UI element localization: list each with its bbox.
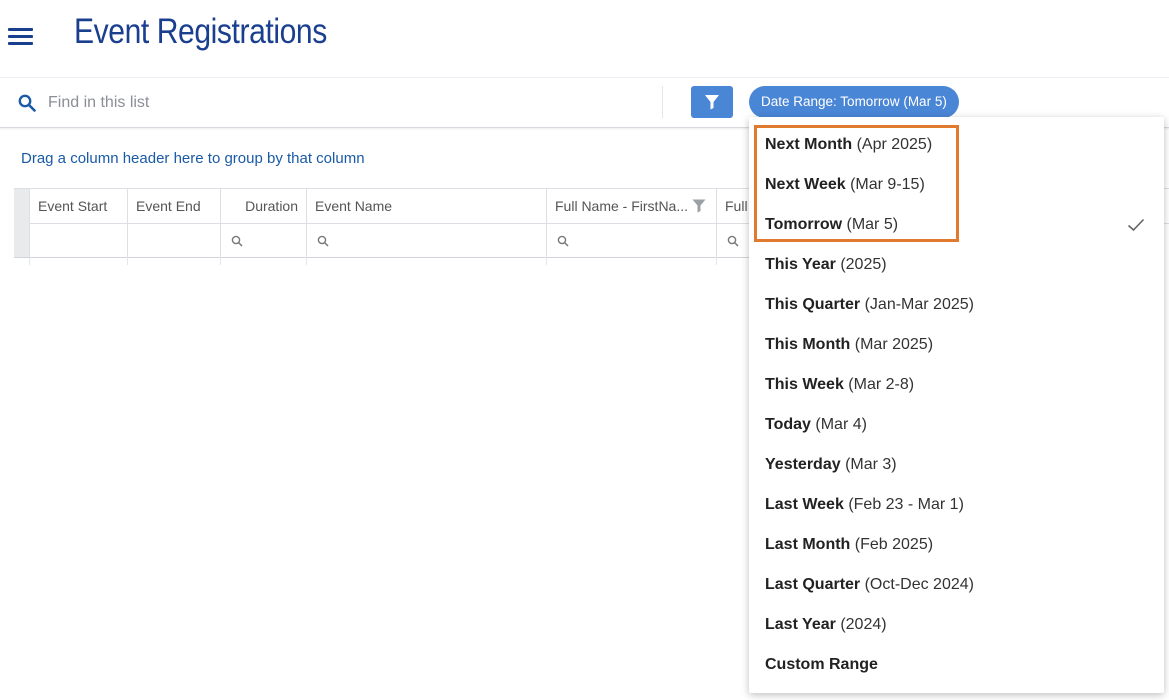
option-label: Last Month: [765, 536, 851, 553]
date-range-option[interactable]: Last Week (Feb 23 - Mar 1): [749, 485, 1164, 525]
option-label: This Quarter: [765, 296, 861, 313]
search-icon: [317, 235, 329, 247]
option-detail: (Mar 3): [845, 456, 897, 473]
grid-body: [14, 257, 784, 265]
option-detail: (Mar 5): [846, 216, 899, 233]
option-detail: (Mar 2025): [854, 336, 934, 353]
date-range-option[interactable]: Tomorrow (Mar 5): [749, 205, 1164, 245]
search-icon: [727, 235, 739, 247]
option-label: This Month: [765, 336, 851, 353]
column-filter-icon[interactable]: [692, 199, 706, 213]
checkmark-icon: [1127, 218, 1145, 232]
column-header-duration[interactable]: Duration: [220, 189, 306, 223]
column-header-event-end[interactable]: Event End: [127, 189, 220, 223]
column-header-full-name[interactable]: Full Name - FirstNa...: [546, 189, 716, 223]
option-label: Next Month: [765, 136, 853, 153]
date-range-option[interactable]: Today (Mar 4): [749, 405, 1164, 445]
date-range-option[interactable]: This Month (Mar 2025): [749, 325, 1164, 365]
date-range-option[interactable]: This Quarter (Jan-Mar 2025): [749, 285, 1164, 325]
filter-cell-duration[interactable]: [220, 223, 306, 257]
filter-cell-event-start[interactable]: [29, 223, 127, 257]
option-detail: (Jan-Mar 2025): [864, 296, 974, 313]
option-label: Last Week: [765, 496, 844, 513]
option-label: Tomorrow: [765, 216, 843, 233]
search-input[interactable]: [46, 89, 650, 117]
date-range-option[interactable]: This Week (Mar 2-8): [749, 365, 1164, 405]
column-header-event-name[interactable]: Event Name: [306, 189, 546, 223]
date-range-option[interactable]: Custom Range: [749, 645, 1164, 685]
grid-filter-row: [14, 223, 784, 258]
page-title: Event Registrations: [74, 12, 327, 51]
option-label: Last Year: [765, 616, 836, 633]
date-range-option[interactable]: Yesterday (Mar 3): [749, 445, 1164, 485]
filter-cell-full-name[interactable]: [546, 223, 716, 257]
date-range-option[interactable]: Last Month (Feb 2025): [749, 525, 1164, 565]
search-icon: [231, 235, 243, 247]
option-detail: (Mar 9-15): [850, 176, 925, 193]
search-icon: [557, 235, 569, 247]
date-range-option[interactable]: Last Year (2024): [749, 605, 1164, 645]
grid-header-row: Event Start Event End Duration Event Nam…: [14, 188, 784, 258]
filter-button[interactable]: [691, 86, 733, 118]
filter-cell-event-end[interactable]: [127, 223, 220, 257]
date-range-button[interactable]: Date Range: Tomorrow (Mar 5): [749, 86, 959, 118]
data-grid: Event Start Event End Duration Event Nam…: [14, 188, 784, 700]
date-range-option[interactable]: Next Week (Mar 9-15): [749, 165, 1164, 205]
option-label: Yesterday: [765, 456, 841, 473]
option-detail: (Feb 2025): [854, 536, 934, 553]
grid-header-overflow: [1164, 188, 1169, 224]
column-header-full-name-label: Full Name - FirstNa...: [555, 198, 689, 214]
option-label: This Year: [765, 256, 836, 273]
option-detail: (Oct-Dec 2024): [864, 576, 974, 593]
option-label: Last Quarter: [765, 576, 861, 593]
date-range-dropdown: Next Month (Apr 2025) Next Week (Mar 9-15…: [749, 117, 1164, 693]
option-detail: (2025): [840, 256, 887, 273]
option-label: Today: [765, 416, 811, 433]
filter-cell-event-name[interactable]: [306, 223, 546, 257]
option-label: Custom Range: [765, 656, 878, 673]
date-range-option[interactable]: Next Month (Apr 2025): [749, 125, 1164, 165]
date-range-option[interactable]: This Year (2025): [749, 245, 1164, 285]
search-icon: [18, 94, 36, 112]
group-by-panel[interactable]: Drag a column header here to group by th…: [21, 150, 365, 167]
option-label: Next Week: [765, 176, 846, 193]
option-detail: (2024): [840, 616, 887, 633]
app-header: Event Registrations: [0, 0, 1169, 76]
filter-icon: [705, 95, 719, 110]
option-detail: (Mar 2-8): [848, 376, 915, 393]
toolbar-divider: [662, 86, 663, 118]
date-range-option[interactable]: Last Quarter (Oct-Dec 2024): [749, 565, 1164, 605]
menu-icon[interactable]: [8, 27, 33, 47]
option-detail: (Mar 4): [815, 416, 867, 433]
option-detail: (Apr 2025): [856, 136, 933, 153]
option-label: This Week: [765, 376, 844, 393]
column-header-event-start[interactable]: Event Start: [29, 189, 127, 223]
option-detail: (Feb 23 - Mar 1): [848, 496, 964, 513]
